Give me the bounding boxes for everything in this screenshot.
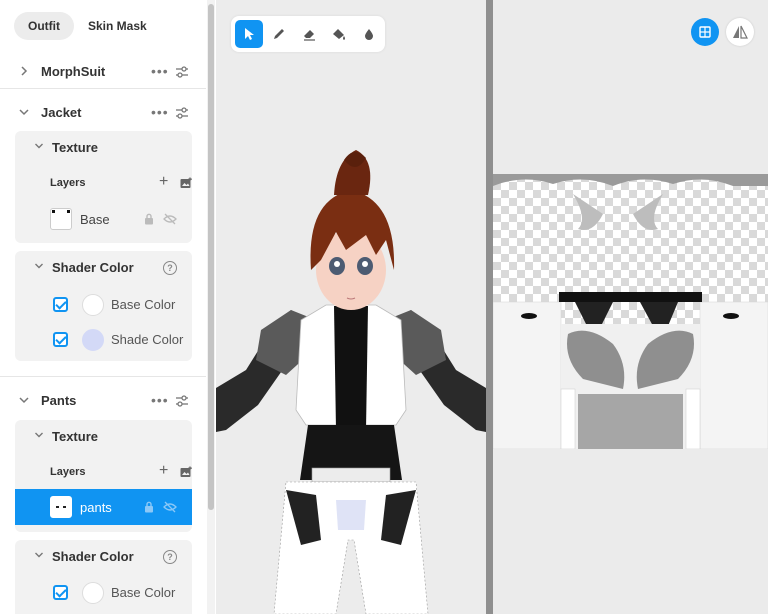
eraser-tool[interactable] [295,20,323,48]
base-color-checkbox[interactable] [53,585,68,600]
section-pants-header[interactable]: Pants ••• [0,382,206,418]
color-label: Shade Color [111,332,184,347]
shade-color-checkbox[interactable] [53,332,68,347]
tune-icon[interactable] [175,106,189,119]
section-jacket-header[interactable]: Jacket ••• [0,94,206,130]
add-layer-icon[interactable]: + [159,463,168,479]
shade-color-swatch[interactable] [82,329,104,351]
color-row-shade: Shade Color [15,327,192,353]
chevron-down-icon[interactable] [34,430,44,443]
pencil-tool[interactable] [265,20,293,48]
eraser-icon [304,30,315,41]
shader-card-header[interactable]: Shader Color ? [15,251,192,283]
chevron-down-icon[interactable] [34,261,44,274]
help-icon[interactable]: ? [163,550,177,564]
character-model[interactable] [216,0,486,614]
more-options-icon[interactable]: ••• [151,392,169,408]
layer-row-selected[interactable]: pants [15,489,192,525]
card-title: Shader Color [52,260,134,275]
outfit-panel: Outfit Skin Mask MorphSuit ••• Jacket ••… [0,0,206,614]
layer-thumbnail [50,208,72,230]
section-title: Jacket [41,104,82,120]
mirror-toggle-button[interactable] [726,18,754,46]
base-color-swatch[interactable] [82,582,104,604]
more-options-icon[interactable]: ••• [151,63,169,79]
model-viewport[interactable] [216,0,486,614]
color-row-base: Base Color [15,580,192,606]
chevron-down-icon[interactable] [34,550,44,563]
paint-bucket-icon [333,29,345,40]
help-icon[interactable]: ? [163,261,177,275]
mirror-icon [733,25,748,39]
more-options-icon[interactable]: ••• [151,104,169,120]
divider [0,376,206,377]
add-image-icon[interactable] [180,465,192,477]
droplet-icon [365,29,373,40]
chevron-down-icon[interactable] [18,106,30,118]
section-morphsuit-header[interactable]: MorphSuit ••• [0,53,206,89]
layer-name: pants [80,500,112,515]
tune-icon[interactable] [175,394,189,407]
layer-row[interactable]: Base [15,201,192,237]
cursor-icon [245,28,254,40]
paint-toolbar [231,16,385,52]
chevron-right-icon[interactable] [18,65,30,77]
eye-off-icon[interactable] [163,500,177,513]
tab-skin-mask[interactable]: Skin Mask [74,12,161,40]
panel-tabs: Outfit Skin Mask [14,12,161,40]
texture-card-header[interactable]: Texture [15,420,192,452]
chevron-down-icon[interactable] [18,394,30,406]
base-color-checkbox[interactable] [53,297,68,312]
grid-icon [699,26,711,38]
texture-card-header[interactable]: Texture [15,131,192,163]
tune-icon[interactable] [175,65,189,78]
divider [0,88,206,89]
shader-card-header[interactable]: Shader Color ? [15,540,192,572]
lock-icon[interactable] [144,500,154,513]
lock-icon[interactable] [144,212,154,225]
chevron-down-icon[interactable] [34,141,44,154]
layer-thumbnail [50,496,72,518]
color-label: Base Color [111,585,176,600]
section-title: MorphSuit [41,63,106,79]
color-row-base: Base Color [15,292,192,318]
card-title: Texture [52,140,98,155]
pencil-icon [274,29,284,39]
add-layer-icon[interactable]: + [159,174,168,190]
card-title: Texture [52,429,98,444]
layers-label: Layers [50,466,86,478]
fill-tool[interactable] [325,20,353,48]
card-title: Shader Color [52,549,134,564]
base-color-swatch[interactable] [82,294,104,316]
dropper-tool[interactable] [355,20,383,48]
eye-off-icon[interactable] [163,212,177,225]
view-splitter[interactable] [486,0,493,614]
layers-label: Layers [50,177,86,189]
grid-toggle-button[interactable] [691,18,719,46]
uv-texture-map[interactable] [493,174,768,449]
section-title: Pants [41,392,77,408]
layer-name: Base [80,212,110,227]
select-tool[interactable] [235,20,263,48]
scrollbar-thumb[interactable] [208,4,214,510]
tab-outfit[interactable]: Outfit [14,12,74,40]
add-image-icon[interactable] [180,176,192,188]
color-label: Base Color [111,297,176,312]
